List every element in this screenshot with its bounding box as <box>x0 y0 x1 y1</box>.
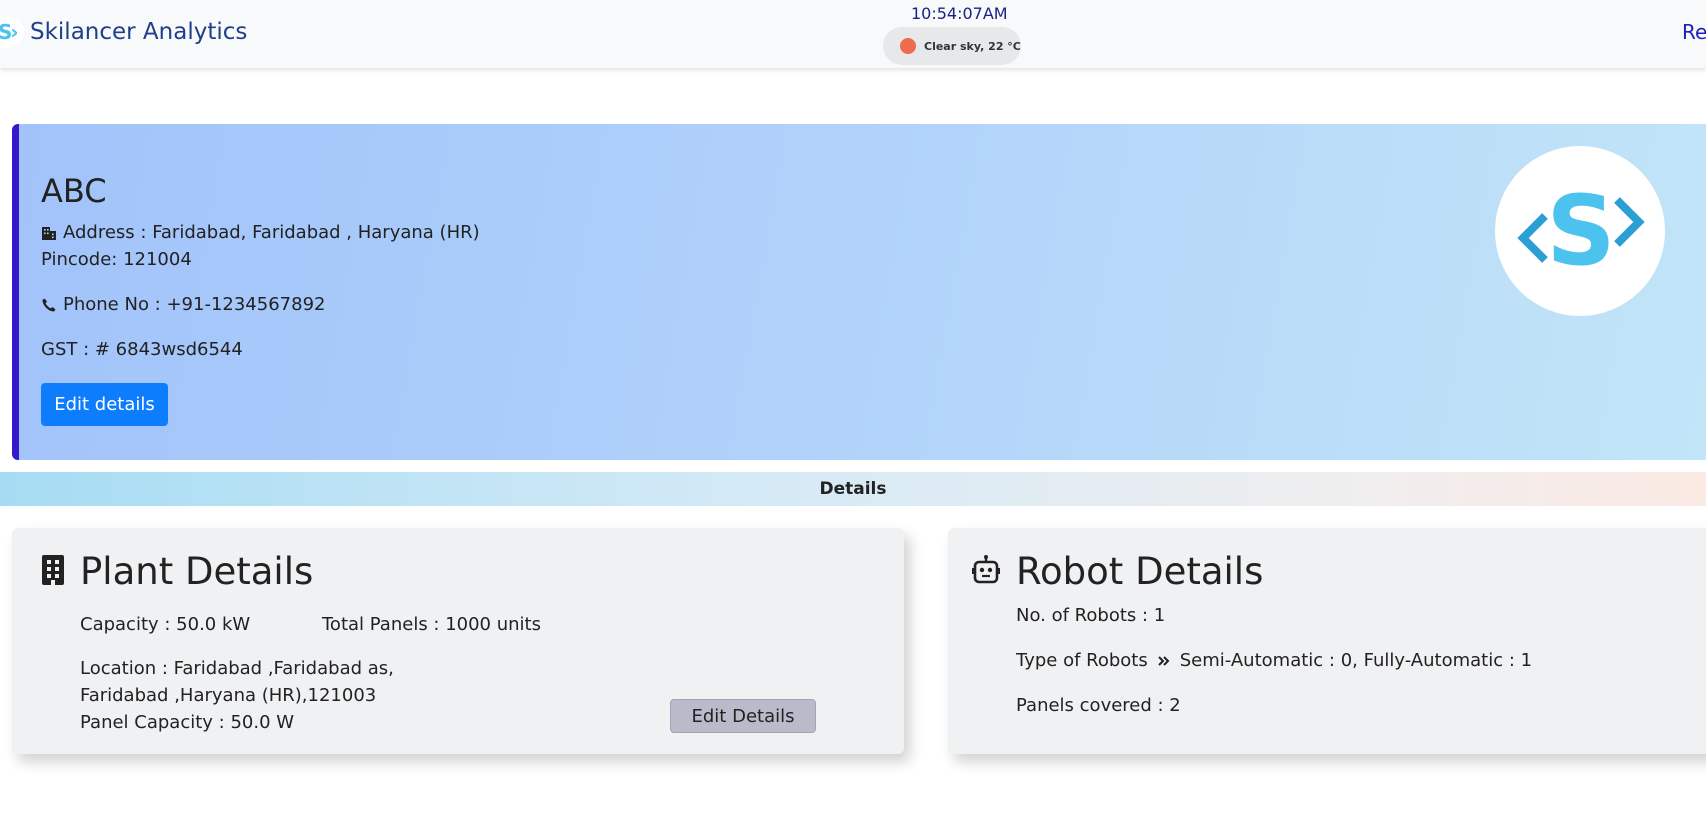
weather-icon <box>900 38 916 54</box>
robot-count: No. of Robots : 1 <box>1016 605 1166 626</box>
nav-right-link[interactable]: Re <box>1682 20 1706 44</box>
gst-text: GST : # 6843wsd6544 <box>41 339 243 360</box>
brand[interactable]: S› Skilancer Analytics <box>0 16 247 48</box>
robot-type-line: Type of Robots Semi-Automatic : 0, Fully… <box>1016 650 1532 671</box>
company-logo: S <box>1495 146 1665 316</box>
robot-type-label: Type of Robots <box>1016 650 1148 671</box>
weather-text: Clear sky, 22 °C <box>924 39 1021 53</box>
pincode-line: Pincode: 121004 <box>41 249 192 270</box>
brand-logo-text: S› <box>0 20 19 44</box>
edit-plant-details-button[interactable]: Edit Details <box>670 699 816 733</box>
plant-location-line1: Location : Faridabad ,Faridabad as, <box>80 658 394 679</box>
phone-text: Phone No : +91-1234567892 <box>63 294 326 315</box>
weather-widget: Clear sky, 22 °C <box>883 27 1021 65</box>
details-section-header: Details <box>0 472 1706 506</box>
brand-logo: S› <box>0 16 24 48</box>
top-navbar: S› Skilancer Analytics 10:54:07AM Clear … <box>0 0 1706 68</box>
double-chevron-right-icon <box>1158 655 1170 666</box>
plant-capacity: Capacity : 50.0 kW <box>80 614 251 635</box>
clock: 10:54:07AM <box>911 4 1008 23</box>
plant-details-card: Plant Details Capacity : 50.0 kW Total P… <box>12 528 904 754</box>
plant-panel-capacity: Panel Capacity : 50.0 W <box>80 712 295 733</box>
robot-panels-covered: Panels covered : 2 <box>1016 695 1181 716</box>
robot-details-card: Robot Details No. of Robots : 1 Type of … <box>948 528 1706 754</box>
company-name: ABC <box>41 172 107 210</box>
company-card: ABC Address : Faridabad, Faridabad , Har… <box>12 124 1706 460</box>
phone-line: Phone No : +91-1234567892 <box>41 294 325 315</box>
building-icon <box>42 226 56 240</box>
edit-company-details-button[interactable]: Edit details <box>41 383 168 426</box>
gst-line: GST : # 6843wsd6544 <box>41 339 243 360</box>
details-heading: Details <box>819 479 887 499</box>
robot-details-title: Robot Details <box>1016 550 1264 593</box>
brand-name[interactable]: Skilancer Analytics <box>30 19 247 45</box>
phone-icon <box>42 298 56 311</box>
plant-details-title: Plant Details <box>80 550 314 593</box>
pincode-text: Pincode: 121004 <box>41 249 192 270</box>
plant-location-line2: Faridabad ,Haryana (HR),121003 <box>80 685 377 706</box>
office-building-icon <box>42 555 64 585</box>
robot-icon <box>972 555 1000 584</box>
address-text: Address : Faridabad, Faridabad , Haryana… <box>63 222 480 243</box>
skilancer-logo-icon: S <box>1517 176 1645 286</box>
plant-total-panels: Total Panels : 1000 units <box>322 614 541 635</box>
address-line: Address : Faridabad, Faridabad , Haryana… <box>41 222 480 243</box>
robot-type-value: Semi-Automatic : 0, Fully-Automatic : 1 <box>1179 650 1533 671</box>
svg-text:S: S <box>1546 176 1615 286</box>
